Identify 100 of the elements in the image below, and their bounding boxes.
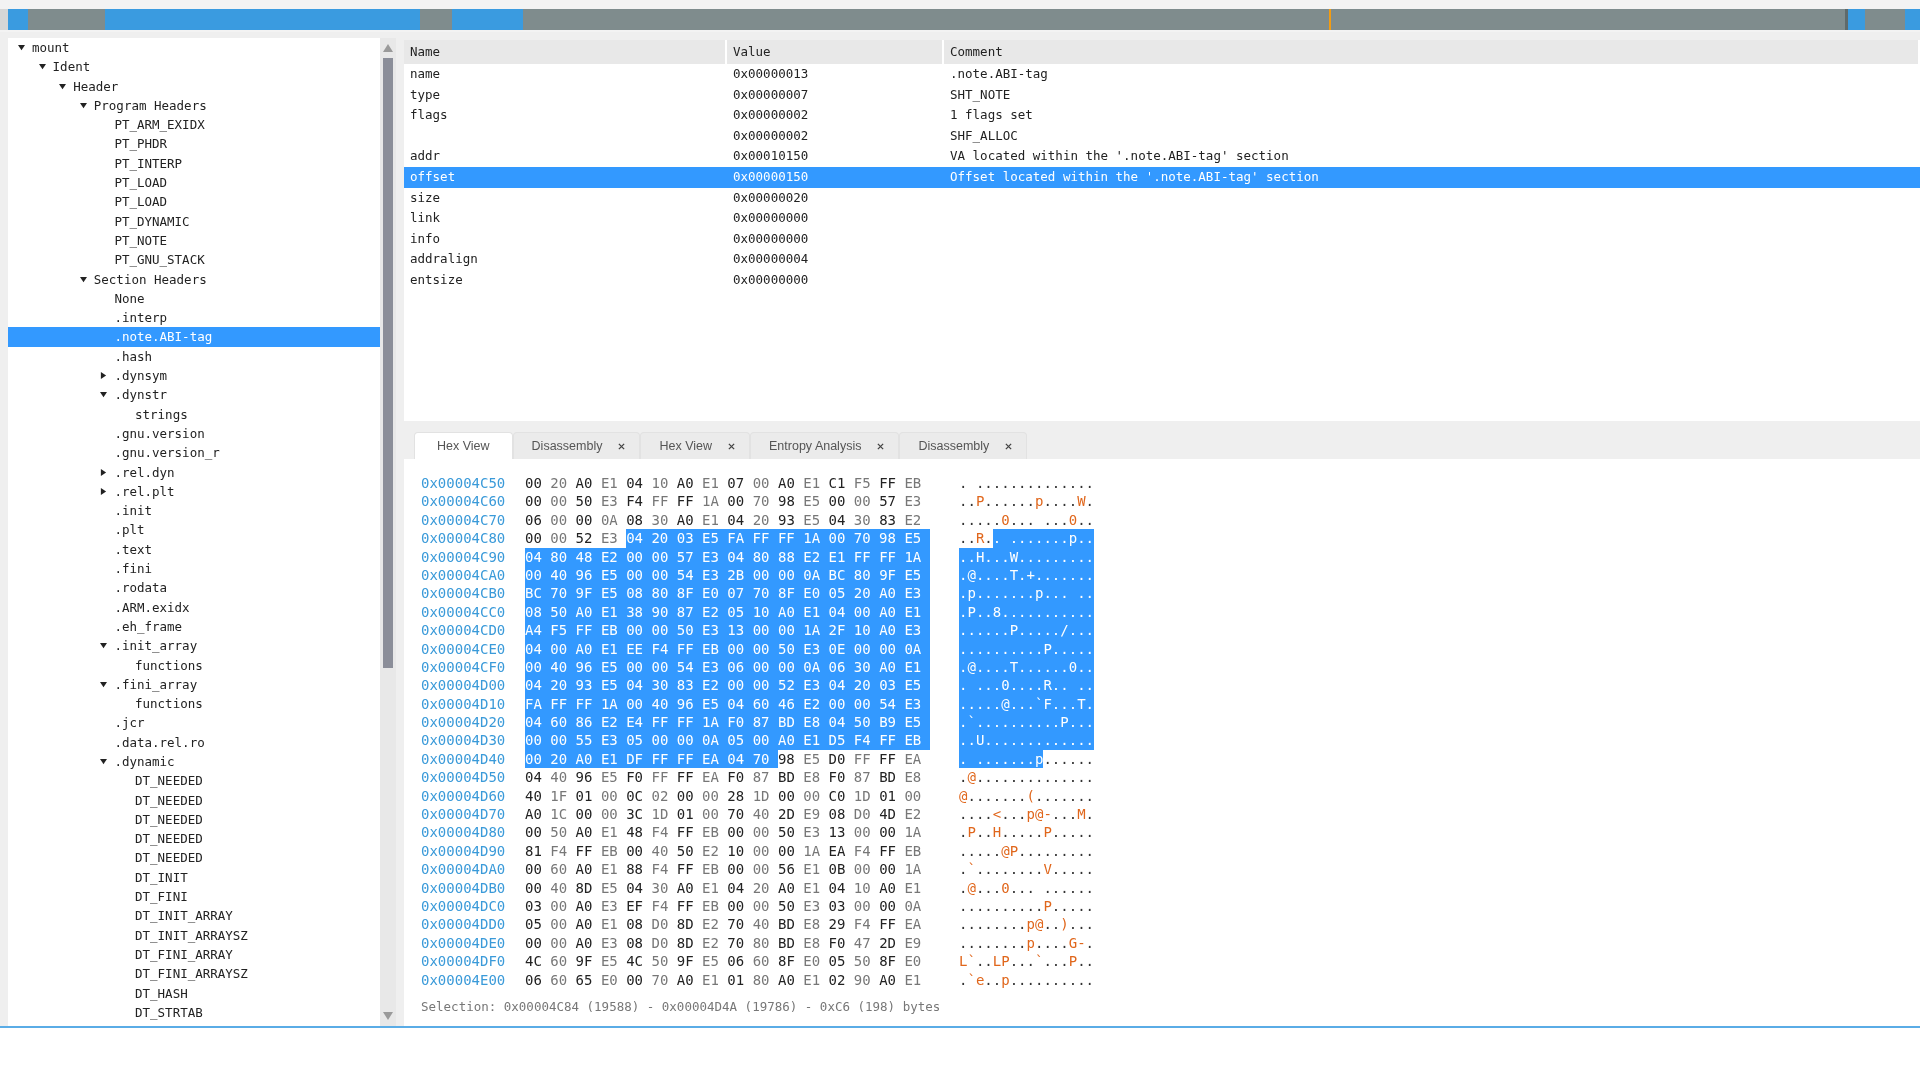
tree-item[interactable]: .hash bbox=[8, 346, 380, 367]
tab[interactable]: Hex View bbox=[414, 432, 513, 459]
hex-bytes[interactable]: 00 40 8D E5 04 30 A0 E1 04 20 A0 E1 04 10 A0 E1 bbox=[525, 878, 922, 897]
hex-bytes[interactable]: 00 00 50 E3 F4 FF FF 1A 00 70 98 E5 00 00 57 E3 bbox=[525, 492, 922, 511]
tree-item[interactable]: mount bbox=[8, 38, 380, 58]
tree-item[interactable]: None bbox=[8, 288, 380, 309]
tree-item[interactable]: PT_ARM_EXIDX bbox=[8, 115, 380, 135]
ascii-text[interactable]: .@...0... ...... bbox=[959, 878, 1094, 897]
tree-item[interactable]: PT_LOAD bbox=[8, 192, 380, 212]
hex-bytes[interactable]: 00 20 A0 E1 04 10 A0 E1 07 00 A0 E1 C1 F5 FF EB bbox=[525, 474, 922, 493]
table-row[interactable]: addr 0x00010150 VA located within the '.note.ABI-tag' section bbox=[404, 146, 1920, 167]
hex-bytes[interactable]: 4C 60 9F E5 4C 50 9F E5 06 60 8F E0 05 50 8F E0 bbox=[525, 952, 922, 971]
tree-item[interactable]: .rel.plt bbox=[8, 481, 380, 502]
tree-item[interactable]: .gnu.version_r bbox=[8, 443, 380, 463]
caret-down-icon[interactable] bbox=[100, 642, 108, 650]
tree-item[interactable]: DT_HASH bbox=[8, 983, 380, 1003]
ascii-text[interactable]: .....@P......... bbox=[959, 841, 1094, 861]
tree-item[interactable]: DT_FINI_ARRAYSZ bbox=[8, 964, 380, 984]
tree-item[interactable]: Header bbox=[8, 76, 380, 96]
hex-bytes[interactable]: 04 40 96 E5 F0 FF FF EA F0 87 BD E8 F0 87 BD E8 bbox=[525, 768, 922, 787]
scrollbar[interactable] bbox=[380, 38, 396, 1026]
tree-item[interactable]: DT_NEEDED bbox=[8, 790, 380, 810]
tab[interactable]: Disassembly bbox=[512, 432, 641, 459]
caret-down-icon[interactable] bbox=[79, 275, 87, 283]
ascii-text[interactable]: ........p....G-. bbox=[959, 933, 1094, 953]
tree-item[interactable]: .init_array bbox=[8, 636, 380, 656]
caret-right-icon[interactable] bbox=[100, 372, 108, 380]
ascii-text[interactable]: .....0... ...0.. bbox=[959, 510, 1094, 530]
ascii-text[interactable]: ..R. bbox=[959, 529, 993, 548]
hex-bytes[interactable]: 05 00 A0 E1 08 D0 8D E2 70 40 BD E8 29 F4 FF EA bbox=[525, 915, 922, 934]
caret-right-icon[interactable] bbox=[100, 487, 108, 495]
tree-item[interactable]: .ARM.exidx bbox=[8, 597, 380, 617]
hex-bytes[interactable]: 06 00 00 0A 08 30 A0 E1 04 20 93 E5 04 30 83 E2 bbox=[525, 510, 922, 530]
tree-item[interactable]: .rel.dyn bbox=[8, 462, 380, 482]
hex-bytes[interactable]: 00 00 A0 E3 08 D0 8D E2 70 80 BD E8 F0 47 2D E9 bbox=[525, 933, 922, 953]
caret-down-icon[interactable] bbox=[100, 391, 108, 399]
caret-down-icon[interactable] bbox=[100, 758, 108, 766]
hex-bytes[interactable]: A0 1C 00 00 3C 1D 01 00 70 40 2D E9 08 D0 4D E2 bbox=[525, 805, 922, 824]
hex-bytes[interactable]: 00 50 A0 E1 48 F4 FF EB 00 00 50 E3 13 00 00 1A bbox=[525, 823, 922, 842]
tree-item[interactable]: .jcr bbox=[8, 713, 380, 733]
close-icon[interactable] bbox=[618, 442, 626, 450]
caret-down-icon[interactable] bbox=[18, 44, 25, 52]
ascii-text[interactable]: .`........V..... bbox=[959, 860, 1094, 879]
table-row[interactable]: size 0x00000020 bbox=[404, 187, 1920, 209]
close-icon[interactable] bbox=[1005, 442, 1013, 450]
tree-item[interactable]: DT_INIT bbox=[8, 867, 380, 888]
caret-down-icon[interactable] bbox=[59, 82, 67, 90]
tree-item[interactable]: .eh_frame bbox=[8, 616, 380, 637]
tree-item[interactable]: DT_FINI bbox=[8, 887, 380, 907]
tree-item[interactable]: Program Headers bbox=[8, 95, 380, 116]
ascii-text[interactable]: . .............. bbox=[959, 474, 1094, 493]
tree-item[interactable]: DT_NEEDED bbox=[8, 829, 380, 849]
hex-bytes[interactable]: 98 E5 D0 FF FF EA bbox=[777, 749, 922, 769]
tree-item[interactable]: functions bbox=[8, 655, 380, 675]
table-row[interactable]: 0x00000002 SHF_ALLOC bbox=[404, 125, 1920, 147]
tree-item[interactable]: .init bbox=[8, 501, 380, 521]
ascii-text[interactable]: ..........P..... bbox=[959, 897, 1094, 916]
tree-item[interactable]: .dynamic bbox=[8, 752, 380, 772]
tree-item[interactable]: PT_INTERP bbox=[8, 153, 380, 174]
caret-down-icon[interactable] bbox=[100, 680, 108, 688]
close-icon[interactable] bbox=[877, 442, 885, 450]
close-icon[interactable] bbox=[728, 442, 735, 450]
table-row[interactable]: link 0x00000000 bbox=[404, 208, 1920, 229]
table-row[interactable]: flags 0x00000002 1 flags set bbox=[404, 105, 1920, 126]
ascii-text[interactable]: ...... bbox=[1043, 749, 1094, 769]
tab[interactable]: Disassembly bbox=[899, 432, 1028, 459]
tree-item[interactable]: .dynstr bbox=[8, 385, 380, 405]
tree-item[interactable]: DT_NEEDED bbox=[8, 848, 380, 868]
table-row[interactable]: info 0x00000000 bbox=[404, 228, 1920, 250]
tree-item[interactable]: .fini bbox=[8, 559, 380, 579]
tree-item[interactable]: .dynsym bbox=[8, 366, 380, 386]
column-header[interactable]: Value bbox=[727, 40, 944, 64]
tree-item[interactable]: PT_LOAD bbox=[8, 173, 380, 193]
ascii-text[interactable]: .@.............. bbox=[959, 768, 1094, 787]
ascii-text[interactable]: @.......(....... bbox=[959, 786, 1094, 806]
tree-item[interactable]: DT_INIT_ARRAYSZ bbox=[8, 925, 380, 945]
ascii-text[interactable]: ........p@..)... bbox=[959, 915, 1094, 934]
table-row[interactable]: name 0x00000013 .note.ABI-tag bbox=[404, 64, 1920, 85]
caret-right-icon[interactable] bbox=[100, 468, 108, 476]
tree-item[interactable]: Ident bbox=[8, 57, 380, 77]
tree-item[interactable]: functions bbox=[8, 694, 380, 714]
hex-bytes[interactable]: 81 F4 FF EB 00 40 50 E2 10 00 00 1A EA F4 FF EB bbox=[525, 841, 922, 861]
table-row[interactable]: addralign 0x00000004 bbox=[404, 249, 1920, 270]
tree-item[interactable]: .interp bbox=[8, 308, 380, 328]
tree-item[interactable]: PT_NOTE bbox=[8, 230, 380, 251]
tree-item[interactable]: Section Headers bbox=[8, 269, 380, 289]
tree-item[interactable]: DT_NEEDED bbox=[8, 771, 380, 791]
tree-item[interactable]: DT_FINI_ARRAY bbox=[8, 944, 380, 965]
column-header[interactable]: Name bbox=[404, 40, 727, 64]
tree-item[interactable]: PT_DYNAMIC bbox=[8, 211, 380, 231]
tab[interactable]: Entropy Analysis bbox=[750, 432, 900, 459]
ascii-text[interactable]: .`e..p.......... bbox=[959, 970, 1094, 989]
ascii-text[interactable]: L`..LP...`...P.. bbox=[959, 952, 1094, 971]
caret-down-icon[interactable] bbox=[38, 63, 46, 71]
hex-bytes[interactable]: 00 60 A0 E1 88 F4 FF EB 00 00 56 E1 0B 00 00 1A bbox=[525, 860, 922, 879]
tree-item[interactable]: .plt bbox=[8, 520, 380, 540]
tree-item[interactable]: DT_INIT_ARRAY bbox=[8, 906, 380, 926]
tree-item[interactable]: DT_STRTAB bbox=[8, 1002, 380, 1023]
ascii-text[interactable]: ....<...p@-...M. bbox=[959, 805, 1094, 824]
tree-item[interactable]: strings bbox=[8, 404, 380, 424]
